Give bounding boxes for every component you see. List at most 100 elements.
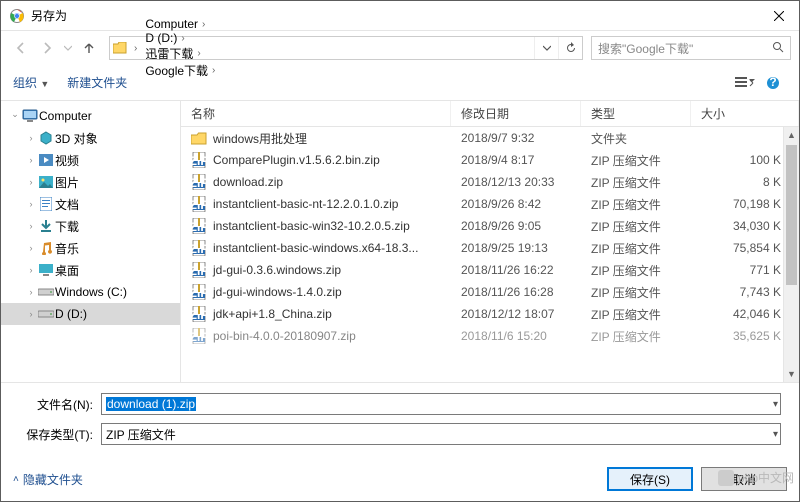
breadcrumb-sep[interactable]: › [130, 43, 141, 54]
file-date: 2018/9/26 8:42 [451, 197, 581, 211]
cancel-button[interactable]: 取消 [701, 467, 787, 491]
file-row[interactable]: ZIPinstantclient-basic-windows.x64-18.3.… [181, 237, 799, 259]
sidebar-item-label: D (D:) [55, 307, 87, 321]
address-bar[interactable]: › Computer›D (D:)›迅雷下载›Google下载› [109, 36, 583, 60]
breadcrumb-item[interactable]: 迅雷下载› [141, 45, 219, 62]
file-row[interactable]: ZIPjdk+api+1.8_China.zip2018/12/12 18:07… [181, 303, 799, 325]
expand-icon[interactable]: › [25, 265, 37, 275]
file-date: 2018/11/6 15:20 [451, 329, 581, 343]
downloads-icon [37, 219, 55, 233]
file-name: ComparePlugin.v1.5.6.2.bin.zip [213, 153, 380, 167]
search-placeholder: 搜索"Google下载" [598, 40, 772, 57]
breadcrumb-item[interactable]: D (D:)› [141, 31, 219, 45]
address-dropdown[interactable] [534, 37, 558, 59]
filetype-select[interactable]: ZIP 压缩文件 ▾ [101, 423, 781, 445]
file-name: instantclient-basic-windows.x64-18.3... [213, 241, 418, 255]
filetype-value: ZIP 压缩文件 [106, 426, 176, 443]
sidebar-item-label: 3D 对象 [55, 130, 98, 147]
sidebar-item[interactable]: ›音乐 [1, 237, 180, 259]
window-title: 另存为 [31, 7, 759, 24]
file-type: ZIP 压缩文件 [581, 240, 691, 257]
scroll-thumb[interactable] [786, 145, 797, 285]
file-name: windows用批处理 [213, 130, 307, 147]
close-button[interactable] [759, 1, 799, 31]
filename-value: download (1).zip [106, 397, 196, 411]
sidebar-item[interactable]: ⌄Computer [1, 105, 180, 127]
chevron-down-icon[interactable]: ▾ [773, 429, 778, 440]
sidebar-item[interactable]: › D (D:) [1, 303, 180, 325]
hide-folders-button[interactable]: ˄ 隐藏文件夹 [13, 471, 83, 488]
expand-icon[interactable]: › [25, 243, 37, 253]
refresh-button[interactable] [558, 37, 582, 59]
file-list[interactable]: windows用批处理2018/9/7 9:32文件夹ZIPComparePlu… [181, 127, 799, 382]
scrollbar[interactable]: ▲ ▼ [783, 127, 799, 382]
expand-icon[interactable]: › [25, 133, 37, 143]
sidebar-item[interactable]: ›下载 [1, 215, 180, 237]
pictures-icon [37, 176, 55, 188]
file-row[interactable]: ZIPpoi-bin-4.0.0-20180907.zip2018/11/6 1… [181, 325, 799, 347]
sidebar-item[interactable]: ›桌面 [1, 259, 180, 281]
expand-icon[interactable]: › [25, 309, 37, 319]
file-name: instantclient-basic-nt-12.2.0.1.0.zip [213, 197, 398, 211]
expand-icon[interactable]: › [25, 177, 37, 187]
folder-icon [191, 130, 207, 146]
view-button[interactable] [731, 76, 759, 90]
file-type: ZIP 压缩文件 [581, 152, 691, 169]
zip-icon: ZIP [191, 218, 207, 234]
file-type: ZIP 压缩文件 [581, 262, 691, 279]
expand-icon[interactable]: › [25, 199, 37, 209]
file-row[interactable]: ZIPjd-gui-windows-1.4.0.zip2018/11/26 16… [181, 281, 799, 303]
file-name: poi-bin-4.0.0-20180907.zip [213, 329, 356, 343]
recent-dropdown[interactable] [61, 36, 75, 60]
file-type: 文件夹 [581, 130, 691, 147]
computer-icon [21, 109, 39, 123]
file-date: 2018/9/7 9:32 [451, 131, 581, 145]
file-date: 2018/11/26 16:22 [451, 263, 581, 277]
breadcrumb-item[interactable]: Computer› [141, 17, 219, 31]
expand-icon[interactable]: › [25, 155, 37, 165]
expand-icon[interactable]: ⌄ [9, 109, 21, 120]
file-row[interactable]: ZIPjd-gui-0.3.6.windows.zip2018/11/26 16… [181, 259, 799, 281]
body: ⌄Computer › 3D 对象 ›视频›图片›文档›下载›音乐›桌面›Window… [1, 101, 799, 382]
forward-button[interactable] [35, 36, 59, 60]
save-button[interactable]: 保存(S) [607, 467, 693, 491]
expand-icon[interactable]: › [25, 287, 37, 297]
col-date[interactable]: 修改日期 [451, 101, 581, 126]
search-input[interactable]: 搜索"Google下载" [591, 36, 791, 60]
help-button[interactable]: ? [759, 76, 787, 90]
new-folder-button[interactable]: 新建文件夹 [67, 74, 127, 91]
sidebar-item[interactable]: ›图片 [1, 171, 180, 193]
file-type: ZIP 压缩文件 [581, 284, 691, 301]
col-type[interactable]: 类型 [581, 101, 691, 126]
organize-button[interactable]: 组织 ▼ [13, 74, 49, 91]
back-button[interactable] [9, 36, 33, 60]
file-row[interactable]: ZIPComparePlugin.v1.5.6.2.bin.zip2018/9/… [181, 149, 799, 171]
file-row[interactable]: ZIPinstantclient-basic-nt-12.2.0.1.0.zip… [181, 193, 799, 215]
col-size[interactable]: 大小 [691, 101, 799, 126]
file-row[interactable]: ZIP instantclient-basic-win32-10.2.0.5.zi… [181, 215, 799, 237]
file-date: 2018/11/26 16:28 [451, 285, 581, 299]
sidebar-item[interactable]: ›视频 [1, 149, 180, 171]
file-date: 2018/9/4 8:17 [451, 153, 581, 167]
chevron-right-icon: › [202, 19, 205, 30]
file-name: instantclient-basic-win32-10.2.0.5.zip [213, 219, 410, 233]
file-row[interactable]: ZIPdownload.zip2018/12/13 20:33ZIP 压缩文件8… [181, 171, 799, 193]
filename-input[interactable]: download (1).zip ▾ [101, 393, 781, 415]
sidebar-item[interactable]: ›文档 [1, 193, 180, 215]
filetype-label: 保存类型(T): [19, 426, 101, 443]
file-name: jdk+api+1.8_China.zip [213, 307, 332, 321]
up-button[interactable] [77, 36, 101, 60]
file-date: 2018/12/13 20:33 [451, 175, 581, 189]
toolbar: 组织 ▼ 新建文件夹 ? [1, 65, 799, 101]
scroll-down[interactable]: ▼ [784, 366, 799, 382]
scroll-up[interactable]: ▲ [784, 127, 799, 143]
chevron-down-icon[interactable]: ▾ [773, 399, 778, 410]
file-type: ZIP 压缩文件 [581, 218, 691, 235]
sidebar: ⌄Computer › 3D 对象 ›视频›图片›文档›下载›音乐›桌面›Window… [1, 101, 181, 382]
file-row[interactable]: windows用批处理 2018/9/7 9:32文件夹 [181, 127, 799, 149]
expand-icon[interactable]: › [25, 221, 37, 231]
sidebar-item[interactable]: ›Windows (C:) [1, 281, 180, 303]
col-name[interactable]: 名称 [181, 101, 451, 126]
sidebar-item[interactable]: › 3D 对象 [1, 127, 180, 149]
zip-icon: ZIP [191, 306, 207, 322]
